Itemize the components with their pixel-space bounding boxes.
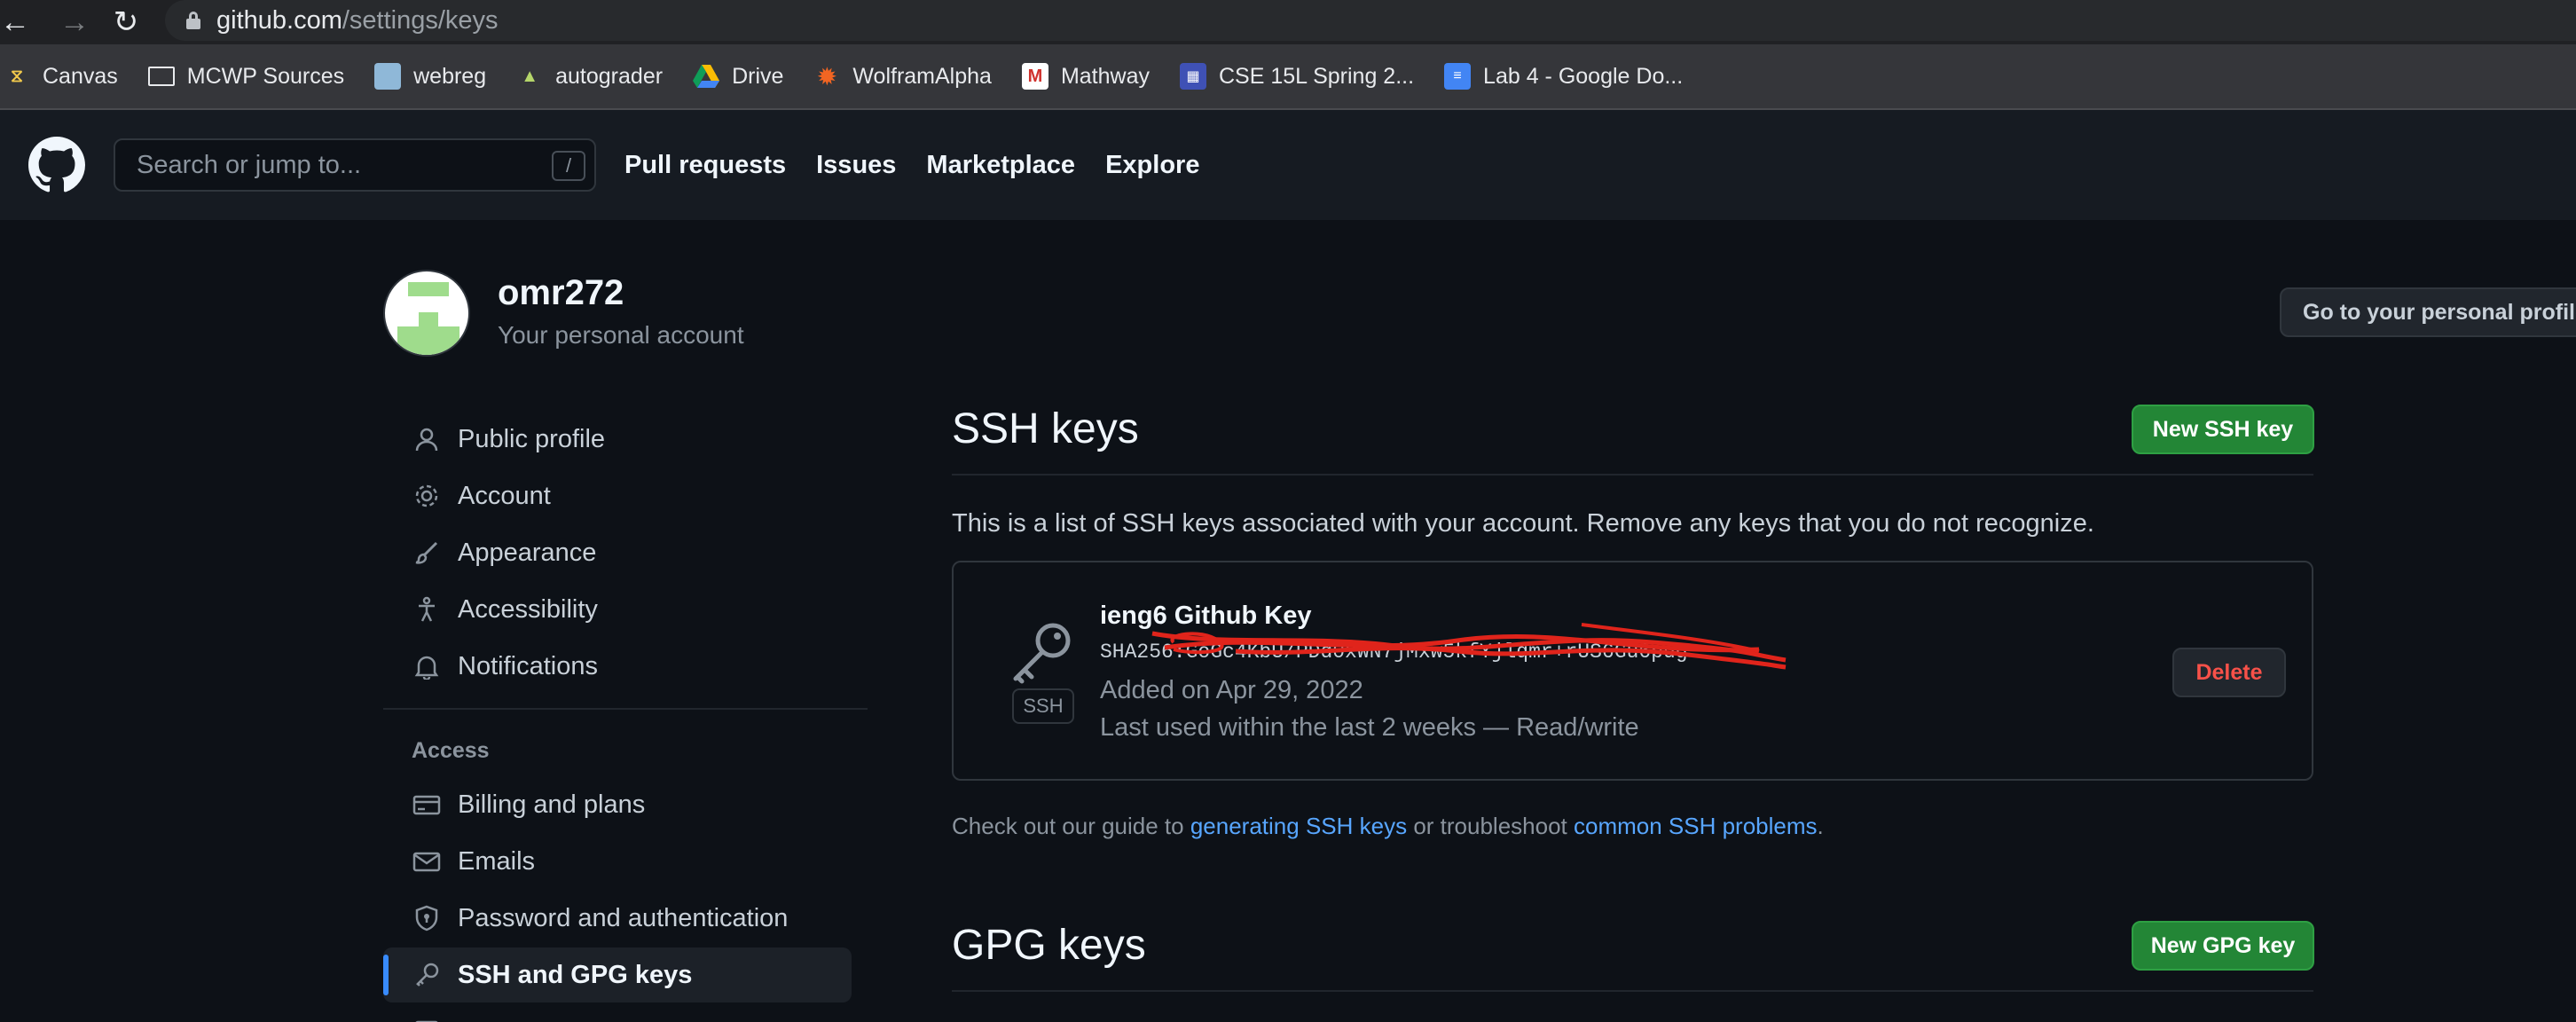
- bookmark-mathway[interactable]: M Mathway: [1021, 63, 1150, 90]
- ssh-key-added-date: Added on Apr 29, 2022: [1100, 676, 1363, 704]
- github-logo-icon[interactable]: [28, 137, 85, 193]
- accessibility-icon: [412, 594, 442, 625]
- gpg-keys-heading: GPG keys: [952, 922, 1146, 969]
- ssh-type-badge: SSH: [1012, 688, 1074, 724]
- bookmark-autograder[interactable]: ▲ autograder: [516, 63, 663, 90]
- sidebar-divider: [383, 708, 868, 710]
- shield-lock-icon: [412, 903, 442, 933]
- forward-arrow-icon[interactable]: →: [51, 2, 98, 43]
- sidebar-item-ssh-gpg-keys[interactable]: SSH and GPG keys: [383, 947, 852, 1002]
- gear-icon: [412, 481, 442, 511]
- generating-ssh-keys-link[interactable]: generating SSH keys: [1190, 813, 1407, 839]
- key-icon: [412, 960, 442, 990]
- ssh-key-card: SSH ieng6 Github Key SHA256:GoGc4KbU/PDd…: [952, 561, 2313, 781]
- bookmark-mcwp-sources[interactable]: MCWP Sources: [147, 64, 344, 90]
- bookmark-lab4[interactable]: ≡ Lab 4 - Google Do...: [1444, 63, 1683, 90]
- paintbrush-icon: [412, 538, 442, 568]
- key-icon: [1013, 623, 1071, 684]
- mathway-icon: M: [1021, 63, 1048, 90]
- bookmark-drive[interactable]: Drive: [693, 63, 783, 90]
- go-to-profile-button[interactable]: Go to your personal profile: [2280, 287, 2576, 337]
- sidebar-item-accessibility[interactable]: Accessibility: [383, 582, 852, 637]
- ssh-keys-heading: SSH keys: [952, 405, 1139, 452]
- reload-icon[interactable]: ↻: [103, 2, 149, 43]
- username[interactable]: omr272: [498, 273, 624, 313]
- bookmark-webreg[interactable]: webreg: [374, 63, 486, 90]
- ssh-key-last-used: Last used within the last 2 weeks — Read…: [1100, 713, 1639, 742]
- mail-icon: [412, 846, 442, 877]
- bookmark-canvas[interactable]: ⧖ Canvas: [4, 63, 118, 90]
- url-text: github.com/settings/keys: [216, 5, 499, 35]
- sidebar-item-billing[interactable]: Billing and plans: [383, 777, 852, 832]
- search-shortcut-key: /: [552, 151, 585, 181]
- person-icon: [412, 424, 442, 454]
- header-nav: Pull requests Issues Marketplace Explore: [624, 110, 1199, 220]
- wolframalpha-icon: ✹: [816, 62, 838, 90]
- package-icon: [412, 1017, 442, 1022]
- webreg-icon: [374, 63, 402, 90]
- address-bar[interactable]: github.com/settings/keys: [165, 0, 2576, 41]
- browser-toolbar: ← → ↻ github.com/settings/keys: [0, 0, 2576, 44]
- common-ssh-problems-link[interactable]: common SSH problems: [1574, 813, 1818, 839]
- lock-icon: [186, 12, 200, 29]
- sidebar-item-appearance[interactable]: Appearance: [383, 525, 852, 580]
- sidebar-item-notifications[interactable]: Notifications: [383, 639, 852, 694]
- canvas-icon: ⧖: [10, 66, 24, 86]
- sidebar-item-password[interactable]: Password and authentication: [383, 891, 852, 946]
- gpg-section-divider: [952, 990, 2313, 992]
- drive-icon: [693, 63, 720, 90]
- new-gpg-key-button[interactable]: New GPG key: [2132, 921, 2314, 971]
- bookmark-wolframalpha[interactable]: ✹ WolframAlpha: [813, 63, 992, 90]
- sidebar-heading-access: Access: [412, 738, 490, 763]
- autograder-icon: ▲: [521, 66, 539, 86]
- sidebar-item-public-profile[interactable]: Public profile: [383, 412, 852, 467]
- search-input[interactable]: Search or jump to... /: [114, 138, 596, 192]
- nav-issues[interactable]: Issues: [816, 151, 896, 180]
- new-ssh-key-button[interactable]: New SSH key: [2132, 405, 2314, 454]
- sidebar-item-next[interactable]: [383, 1004, 852, 1022]
- bookmark-cse15l[interactable]: ▦ CSE 15L Spring 2...: [1180, 63, 1414, 90]
- calendar-icon: ▦: [1180, 63, 1206, 90]
- bell-icon: [412, 651, 442, 681]
- ssh-guide-text: Check out our guide to generating SSH ke…: [952, 813, 1824, 839]
- account-subtitle: Your personal account: [498, 321, 744, 349]
- ssh-description: This is a list of SSH keys associated wi…: [952, 509, 2094, 538]
- nav-pull-requests[interactable]: Pull requests: [624, 151, 786, 180]
- ssh-section-divider: [952, 474, 2313, 476]
- bookmarks-bar: ⧖ Canvas MCWP Sources webreg ▲ autograde…: [0, 44, 2576, 110]
- sidebar-item-emails[interactable]: Emails: [383, 834, 852, 889]
- back-arrow-icon[interactable]: ←: [0, 2, 30, 43]
- nav-explore[interactable]: Explore: [1105, 151, 1199, 180]
- folder-icon: [147, 67, 175, 86]
- delete-ssh-key-button[interactable]: Delete: [2172, 648, 2286, 697]
- nav-marketplace[interactable]: Marketplace: [926, 151, 1075, 180]
- avatar[interactable]: [383, 270, 470, 357]
- sidebar-item-account[interactable]: Account: [383, 468, 852, 523]
- credit-card-icon: [412, 790, 442, 820]
- google-docs-icon: ≡: [1444, 63, 1472, 90]
- github-header: Search or jump to... / Pull requests Iss…: [0, 110, 2576, 220]
